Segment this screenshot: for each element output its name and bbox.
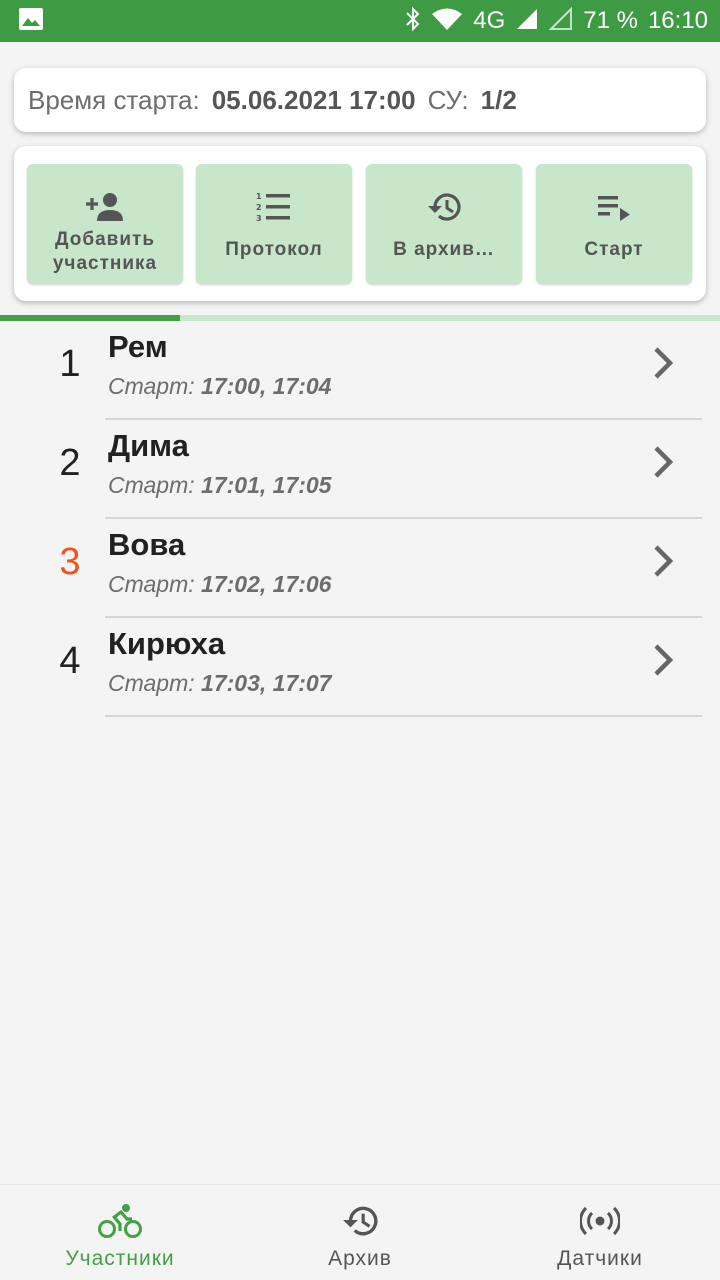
su-label: СУ: <box>427 84 469 115</box>
nav-participants[interactable]: Участники <box>0 1185 240 1280</box>
start-label: Старт: <box>108 373 195 399</box>
protocol-button[interactable]: 1 2 3 Протокол <box>196 164 352 284</box>
playlist-play-icon <box>596 190 632 224</box>
list-item[interactable]: 3 Вова Старт: 17:02, 17:06 <box>0 519 720 618</box>
svg-text:2: 2 <box>256 203 263 212</box>
participant-number: 4 <box>59 640 81 682</box>
divider <box>105 715 702 717</box>
cell-signal-2-icon <box>548 6 573 36</box>
start-times: 17:01, 17:05 <box>201 472 332 498</box>
svg-text:3: 3 <box>256 214 263 223</box>
add-participant-label: Добавить участника <box>52 229 158 274</box>
participant-number: 2 <box>59 442 81 484</box>
history-icon <box>426 190 462 224</box>
participant-name: Кирюха <box>108 626 226 661</box>
history-icon <box>341 1203 379 1239</box>
start-times: 17:00, 17:04 <box>201 373 332 399</box>
nav-sensors-label: Датчики <box>557 1247 643 1270</box>
participant-name: Дима <box>108 428 189 463</box>
participant-start: Старт: 17:00, 17:04 <box>108 373 331 400</box>
chevron-right-icon[interactable] <box>650 642 678 678</box>
start-label: Старт <box>584 239 644 260</box>
network-type: 4G <box>473 7 506 34</box>
start-label: Старт: <box>108 472 195 498</box>
list-item[interactable]: 4 Кирюха Старт: 17:03, 17:07 <box>0 618 720 717</box>
list-item[interactable]: 1 Рем Старт: 17:00, 17:04 <box>0 321 720 420</box>
bike-icon <box>98 1203 142 1239</box>
participant-start: Старт: 17:02, 17:06 <box>108 571 331 598</box>
bluetooth-icon <box>405 6 421 37</box>
nav-sensors[interactable]: Датчики <box>480 1185 720 1280</box>
image-notification-icon <box>18 7 44 36</box>
participant-number: 3 <box>59 541 81 583</box>
battery-level: 71 % <box>583 7 638 34</box>
wifi-icon <box>431 7 463 36</box>
sensors-icon <box>580 1203 620 1239</box>
start-times: 17:02, 17:06 <box>201 571 332 597</box>
list-item[interactable]: 2 Дима Старт: 17:01, 17:05 <box>0 420 720 519</box>
numbered-list-icon: 1 2 3 <box>256 190 292 224</box>
start-info-card: Время старта: 05.06.2021 17:00 СУ: 1/2 <box>14 68 706 132</box>
protocol-label: Протокол <box>225 239 323 260</box>
bottom-navigation: Участники Архив Датчики <box>0 1184 720 1280</box>
nav-archive-label: Архив <box>328 1247 392 1270</box>
start-label: Старт: <box>108 571 195 597</box>
chevron-right-icon[interactable] <box>650 345 678 381</box>
start-button[interactable]: Старт <box>536 164 692 284</box>
participant-number: 1 <box>59 343 81 385</box>
nav-participants-label: Участники <box>65 1247 175 1270</box>
chevron-right-icon[interactable] <box>650 444 678 480</box>
archive-button[interactable]: В архив… <box>366 164 522 284</box>
add-participant-button[interactable]: Добавить участника <box>27 164 183 284</box>
cell-signal-icon <box>515 7 539 36</box>
participant-start: Старт: 17:01, 17:05 <box>108 472 331 499</box>
start-times: 17:03, 17:07 <box>201 670 332 696</box>
participant-name: Вова <box>108 527 186 562</box>
su-value: 1/2 <box>480 84 517 115</box>
start-time-value: 05.06.2021 17:00 <box>211 84 416 115</box>
participant-start: Старт: 17:03, 17:07 <box>108 670 331 697</box>
action-card: Добавить участника 1 2 3 Протокол В архи… <box>14 146 706 301</box>
chevron-right-icon[interactable] <box>650 543 678 579</box>
start-time-label: Время старта: <box>28 84 200 115</box>
svg-text:1: 1 <box>256 192 263 201</box>
participant-name: Рем <box>108 329 168 364</box>
status-bar: 4G 71 % 16:10 <box>0 0 720 42</box>
clock: 16:10 <box>647 7 708 34</box>
person-add-icon <box>85 190 125 224</box>
start-label: Старт: <box>108 670 195 696</box>
nav-archive[interactable]: Архив <box>240 1185 480 1280</box>
archive-label: В архив… <box>393 239 495 260</box>
participant-list: 1 Рем Старт: 17:00, 17:04 2 Дима Старт: … <box>0 321 720 717</box>
